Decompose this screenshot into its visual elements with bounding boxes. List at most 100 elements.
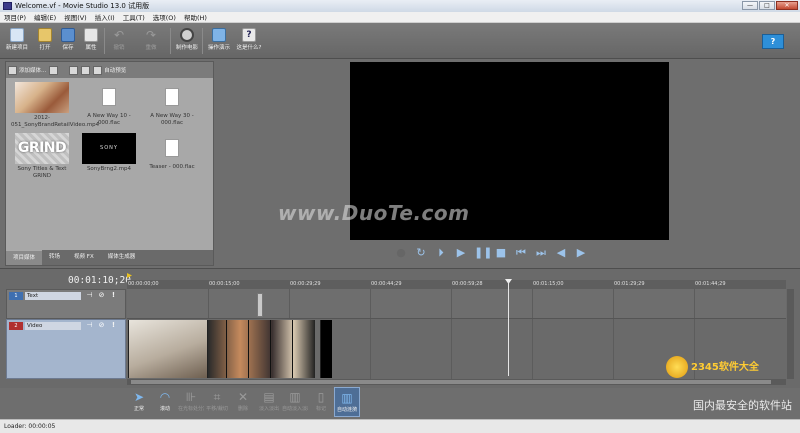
- timeline-vertical-scrollbar[interactable]: [787, 289, 794, 379]
- video-clip[interactable]: [128, 320, 207, 378]
- properties-button[interactable]: 属性: [78, 26, 104, 56]
- toolbar-separator: [170, 28, 171, 54]
- menu-options[interactable]: 选项(O): [149, 12, 180, 22]
- play-from-start-icon[interactable]: ⏵: [434, 246, 448, 260]
- help-button[interactable]: ?: [762, 34, 784, 49]
- menu-insert[interactable]: 插入(I): [91, 12, 119, 22]
- text-clip[interactable]: [257, 293, 263, 317]
- pause-icon[interactable]: ❚❚: [474, 246, 492, 260]
- folder-icon: [38, 28, 52, 42]
- stop-icon[interactable]: ■: [494, 246, 508, 260]
- media-tabs: 项目媒体 转场 视频 FX 媒体生成器: [6, 250, 213, 265]
- media-item[interactable]: A New Way 10 - 000.flac: [78, 82, 140, 126]
- auto-ripple-button[interactable]: ▥ 自动涟漪: [334, 387, 360, 417]
- solo-icon[interactable]: !: [109, 321, 118, 330]
- media-thumbnail: GRIND: [15, 133, 69, 164]
- show-me-label: 操作演示: [207, 45, 230, 51]
- loop-icon[interactable]: ↻: [414, 246, 428, 260]
- ruler-label: 00:00:00;00: [128, 281, 159, 287]
- logo-text: 2345软件大全: [691, 362, 759, 373]
- menu-help[interactable]: 帮助(H): [180, 12, 211, 22]
- menu-tools[interactable]: 工具(T): [119, 12, 149, 22]
- auto-crossfade-button[interactable]: ▥ 自动淡入淡出: [282, 387, 308, 417]
- track-name[interactable]: Text: [25, 292, 81, 300]
- auto-preview-toggle[interactable]: 自动预览: [93, 65, 126, 76]
- fade-icon: ▤: [263, 390, 275, 404]
- redo-button[interactable]: ↷ 重做: [138, 26, 164, 56]
- gridline: [613, 289, 614, 318]
- pan-crop-button[interactable]: ⌗ 平移/裁切: [204, 387, 230, 417]
- playhead[interactable]: [508, 281, 509, 376]
- media-item-name: Teaser - 000.flac: [149, 164, 195, 170]
- video-clip[interactable]: [207, 320, 315, 378]
- whats-this-button[interactable]: ? 这是什么?: [236, 26, 262, 56]
- next-frame-icon[interactable]: ▶: [574, 246, 588, 260]
- undo-button[interactable]: ↶ 撤销: [106, 26, 132, 56]
- menu-edit[interactable]: 编辑(E): [30, 12, 60, 22]
- import-media-button[interactable]: 添加媒体...: [8, 65, 46, 76]
- record-icon[interactable]: ●: [394, 246, 408, 260]
- ruler-label: 00:01:29;29: [614, 281, 645, 287]
- status-bar: Loader: 00:00:05: [0, 419, 800, 433]
- status-text: Loader: 00:00:05: [4, 423, 56, 430]
- remove-media-icon[interactable]: [69, 65, 79, 75]
- media-item[interactable]: Teaser - 000.flac: [141, 133, 203, 171]
- previous-frame-icon[interactable]: ◀: [554, 246, 568, 260]
- go-to-start-icon[interactable]: ⏮: [514, 246, 528, 260]
- app-icon: [3, 2, 12, 10]
- delete-button[interactable]: ✕ 删除: [230, 387, 256, 417]
- text-track-header[interactable]: 1 Text ⊣ ⊘ !: [6, 289, 126, 319]
- mute-icon[interactable]: ⊘: [97, 291, 106, 300]
- video-track-header[interactable]: 2 Video ⊣ ⊘ !: [6, 319, 126, 379]
- media-item[interactable]: SONY SonyBrng2.mp4: [78, 133, 140, 173]
- menu-project[interactable]: 项目(P): [0, 12, 30, 22]
- gridline: [370, 319, 371, 379]
- track-fx-icon[interactable]: ⊣: [85, 321, 94, 330]
- close-button[interactable]: ✕: [776, 1, 798, 10]
- media-properties-icon[interactable]: [81, 65, 91, 75]
- maximize-button[interactable]: □: [759, 1, 775, 10]
- menu-view[interactable]: 视图(V): [60, 12, 91, 22]
- site-watermark: www.DuoTe.com: [278, 201, 470, 225]
- media-item[interactable]: GRIND Sony Titles & Text GRIND: [11, 133, 73, 179]
- make-movie-button[interactable]: 制作电影: [174, 26, 200, 56]
- toolbar-separator: [104, 28, 105, 54]
- scrub-tool-button[interactable]: ◠ 滚动: [152, 387, 178, 417]
- tab-media-generators[interactable]: 媒体生成器: [101, 250, 143, 265]
- media-options-icon[interactable]: [49, 65, 59, 75]
- title-bar: Welcome.vf - Movie Studio 13.0 试用版 — □ ✕: [0, 0, 800, 12]
- normal-tool-button[interactable]: ➤ 正常: [126, 387, 152, 417]
- tool-label: 在光标处分割: [178, 406, 204, 412]
- video-clip[interactable]: [320, 320, 332, 378]
- ruler-label: 00:01:15;00: [533, 281, 564, 287]
- corner-logo: 2345软件大全: [666, 356, 786, 386]
- tab-project-media[interactable]: 项目媒体: [6, 250, 43, 265]
- tool-label: 滚动: [159, 406, 170, 412]
- crop-icon: ⌗: [213, 390, 221, 404]
- audio-file-icon: [165, 88, 179, 106]
- track-name[interactable]: Video: [25, 322, 81, 330]
- text-track-lane[interactable]: [127, 289, 786, 319]
- delete-icon: ✕: [237, 390, 249, 404]
- toolbar-separator: [202, 28, 203, 54]
- track-fx-icon[interactable]: ⊣: [85, 291, 94, 300]
- minimize-button[interactable]: —: [742, 1, 758, 10]
- tab-video-fx[interactable]: 视频 FX: [67, 250, 101, 265]
- show-me-button[interactable]: 操作演示: [206, 26, 232, 56]
- go-to-end-icon[interactable]: ⏭: [534, 246, 548, 260]
- clip-frame: [248, 320, 249, 378]
- media-item-name: SonyBrng2.mp4: [86, 166, 132, 172]
- import-media-label: 添加媒体...: [19, 68, 47, 74]
- media-item[interactable]: A New Way 30 - 000.flac: [141, 82, 203, 126]
- new-project-button[interactable]: 新建项目: [4, 26, 30, 56]
- window-title: Welcome.vf - Movie Studio 13.0 试用版: [15, 2, 150, 10]
- play-icon[interactable]: ▶: [454, 246, 468, 260]
- solo-icon[interactable]: !: [109, 291, 118, 300]
- transport-controls: ● ↻ ⏵ ▶ ❚❚ ■ ⏮ ⏭ ◀ ▶: [394, 244, 588, 262]
- tab-transitions[interactable]: 转场: [42, 250, 67, 265]
- mute-icon[interactable]: ⊘: [97, 321, 106, 330]
- media-item[interactable]: 2012-051_SonyBrandRetailVideo.mp4: [11, 82, 99, 128]
- fade-button[interactable]: ▤ 淡入淡出: [256, 387, 282, 417]
- split-button[interactable]: ⊪ 在光标处分割: [178, 387, 204, 417]
- marker-button[interactable]: ▯ 标记: [308, 387, 334, 417]
